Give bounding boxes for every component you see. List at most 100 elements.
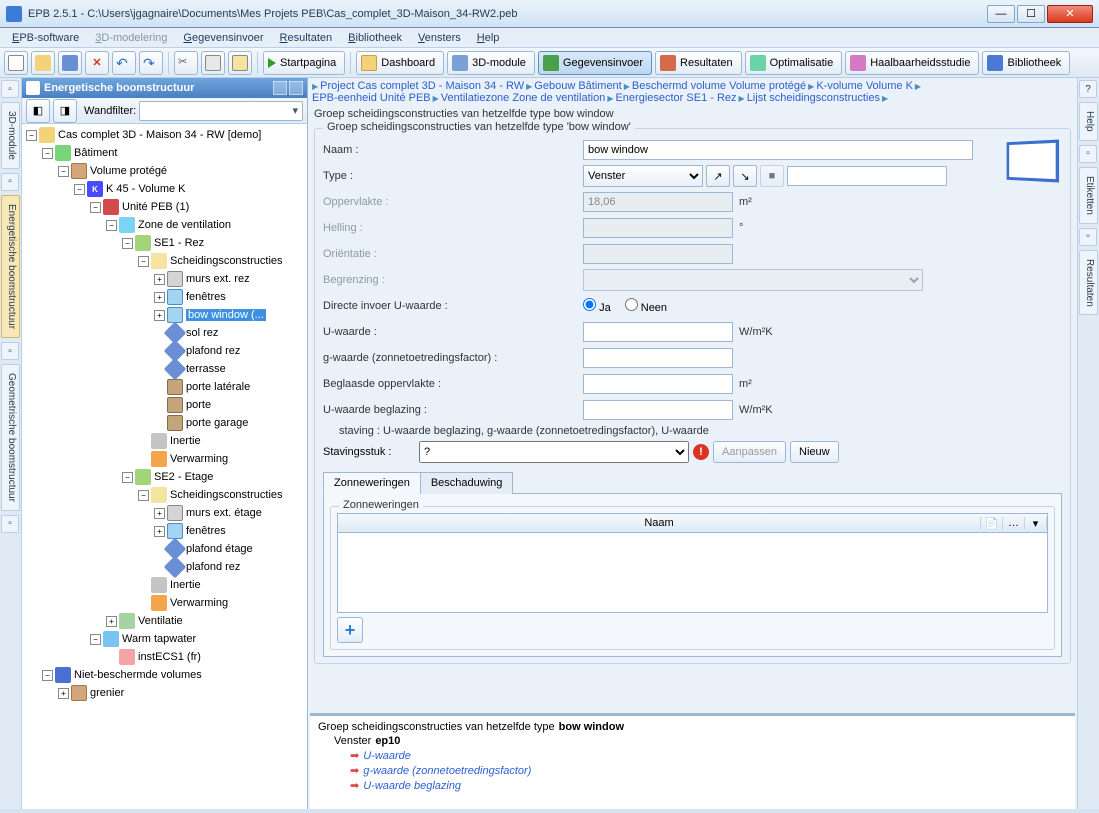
bc-item[interactable]: Ventilatiezone Zone de ventilation [441, 92, 606, 104]
tree-node-se1[interactable]: −SE1 - Rez [24, 234, 305, 252]
new-button[interactable] [4, 51, 28, 75]
tree-node-zone[interactable]: −Zone de ventilation [24, 216, 305, 234]
tree-node-water[interactable]: −Warm tapwater [24, 630, 305, 648]
tree-body[interactable]: −Cas complet 3D - Maison 34 - RW [demo] … [22, 124, 307, 809]
tree-node-fen1[interactable]: +fenêtres [24, 288, 305, 306]
minimize-button[interactable] [987, 5, 1015, 23]
bc-item[interactable]: EPB-eenheid Unité PEB [312, 92, 431, 104]
bc-item[interactable]: Energiesector SE1 - Rez [615, 92, 736, 104]
menu-3d[interactable]: 3D-modelering [87, 30, 175, 46]
start-button[interactable]: Startpagina [263, 51, 345, 75]
left-dock-square2[interactable]: ▫ [1, 173, 19, 191]
type-btn2[interactable]: ↘ [733, 165, 757, 187]
grid-btn3[interactable]: ▾ [1025, 517, 1047, 530]
tree-node-k[interactable]: −K 45 - Volume K [24, 180, 305, 198]
tree-node-se2[interactable]: −SE2 - Etage [24, 468, 305, 486]
tree-node-inert2[interactable]: Inertie [24, 576, 305, 594]
left-dock-square4[interactable]: ▫ [1, 515, 19, 533]
tree-node-terr[interactable]: terrasse [24, 360, 305, 378]
uwb-input[interactable] [583, 400, 733, 420]
tree-node-murs1[interactable]: +murs ext. rez [24, 270, 305, 288]
dashboard-button[interactable]: Dashboard [356, 51, 444, 75]
maximize-button[interactable] [1017, 5, 1045, 23]
right-tab-results[interactable]: Resultaten [1079, 250, 1098, 316]
tree-node-plaf3[interactable]: plafond rez [24, 558, 305, 576]
menu-epb[interactable]: EPB-software [4, 30, 87, 46]
tree-node-bow[interactable]: +bow window (... [24, 306, 305, 324]
tree-node-nvol[interactable]: −Niet-beschermde volumes [24, 666, 305, 684]
add-row-button[interactable]: + [337, 617, 363, 643]
left-dock-square3[interactable]: ▫ [1, 342, 19, 360]
type-select[interactable]: Venster [583, 165, 703, 187]
tree-max-button[interactable] [289, 81, 303, 95]
tab-beschaduwing[interactable]: Beschaduwing [420, 472, 514, 494]
redo-button[interactable] [139, 51, 163, 75]
left-tab-energy[interactable]: Energetische boomstructuur [1, 195, 20, 338]
right-dock-sq2[interactable]: ▫ [1079, 145, 1097, 163]
tree-node-ecs[interactable]: instECS1 (fr) [24, 648, 305, 666]
menu-windows[interactable]: Vensters [410, 30, 469, 46]
tree-node-verw2[interactable]: Verwarming [24, 594, 305, 612]
tree-node-portel[interactable]: porte latérale [24, 378, 305, 396]
tree-node-volume[interactable]: −Volume protégé [24, 162, 305, 180]
delete-button[interactable] [85, 51, 109, 75]
err-link[interactable]: g-waarde (zonnetoetredingsfactor) [363, 765, 531, 777]
gw-input[interactable] [583, 348, 733, 368]
tree-node-plaf2[interactable]: plafond étage [24, 540, 305, 558]
radio-ja[interactable]: Ja [583, 298, 611, 314]
close-button[interactable] [1047, 5, 1093, 23]
tree-node-porteg[interactable]: porte garage [24, 414, 305, 432]
bc-item[interactable]: Beschermd volume Volume protégé [632, 80, 806, 92]
menu-lib[interactable]: Bibliotheek [340, 30, 410, 46]
right-tab-labels[interactable]: Etiketten [1079, 167, 1098, 224]
menu-results[interactable]: Resultaten [272, 30, 341, 46]
tree-node-murs2[interactable]: +murs ext. étage [24, 504, 305, 522]
wall-filter-dropdown[interactable] [139, 101, 303, 121]
err-link[interactable]: U-waarde [363, 750, 411, 762]
tree-node-porte[interactable]: porte [24, 396, 305, 414]
tree-node-fen2[interactable]: +fenêtres [24, 522, 305, 540]
left-tab-3d[interactable]: 3D-module [1, 102, 20, 169]
optimize-button[interactable]: Optimalisatie [745, 51, 843, 75]
tree-node-scheid1[interactable]: −Scheidingsconstructies [24, 252, 305, 270]
tree-btn2[interactable]: ◨ [53, 99, 77, 123]
cut-button[interactable] [174, 51, 198, 75]
data-input-button[interactable]: Gegevensinvoer [538, 51, 652, 75]
err-link[interactable]: U-waarde beglazing [363, 780, 461, 792]
naam-input[interactable] [583, 140, 973, 160]
tree-node-building[interactable]: −Bâtiment [24, 144, 305, 162]
col-naam[interactable]: Naam [338, 517, 981, 529]
tree-node-plaf1[interactable]: plafond rez [24, 342, 305, 360]
menu-data[interactable]: Gegevensinvoer [175, 30, 271, 46]
undo-button[interactable] [112, 51, 136, 75]
save-button[interactable] [58, 51, 82, 75]
tree-node-scheid2[interactable]: −Scheidingsconstructies [24, 486, 305, 504]
nieuw-button[interactable]: Nieuw [790, 441, 839, 463]
menu-help[interactable]: Help [469, 30, 508, 46]
left-tab-geom[interactable]: Geometrische boomstructuur [1, 364, 20, 511]
radio-neen[interactable]: Neen [625, 298, 667, 314]
begopp-input[interactable] [583, 374, 733, 394]
paste-button[interactable] [228, 51, 252, 75]
copy-button[interactable] [201, 51, 225, 75]
tree-node-sol[interactable]: sol rez [24, 324, 305, 342]
type-extra-input[interactable] [787, 166, 947, 186]
bc-item[interactable]: K-volume Volume K [816, 80, 913, 92]
tree-node-vent[interactable]: +Ventilatie [24, 612, 305, 630]
3d-module-button[interactable]: 3D-module [447, 51, 535, 75]
bc-item[interactable]: Project Cas complet 3D - Maison 34 - RW [320, 80, 524, 92]
right-dock-sq3[interactable]: ▫ [1079, 228, 1097, 246]
tree-node-gren[interactable]: +grenier [24, 684, 305, 702]
tree-node-project[interactable]: −Cas complet 3D - Maison 34 - RW [demo] [24, 126, 305, 144]
right-tab-help[interactable]: Help [1079, 102, 1098, 141]
tree-btn1[interactable]: ◧ [26, 99, 50, 123]
library-button[interactable]: Bibliotheek [982, 51, 1070, 75]
feasibility-button[interactable]: Haalbaarheidsstudie [845, 51, 979, 75]
tree-min-button[interactable] [273, 81, 287, 95]
grid-btn2[interactable]: … [1003, 517, 1025, 529]
grid-body[interactable] [337, 533, 1048, 613]
tab-zonneweringen[interactable]: Zonneweringen [323, 472, 421, 494]
tree-node-verw1[interactable]: Verwarming [24, 450, 305, 468]
tree-node-inert1[interactable]: Inertie [24, 432, 305, 450]
uw-input[interactable] [583, 322, 733, 342]
